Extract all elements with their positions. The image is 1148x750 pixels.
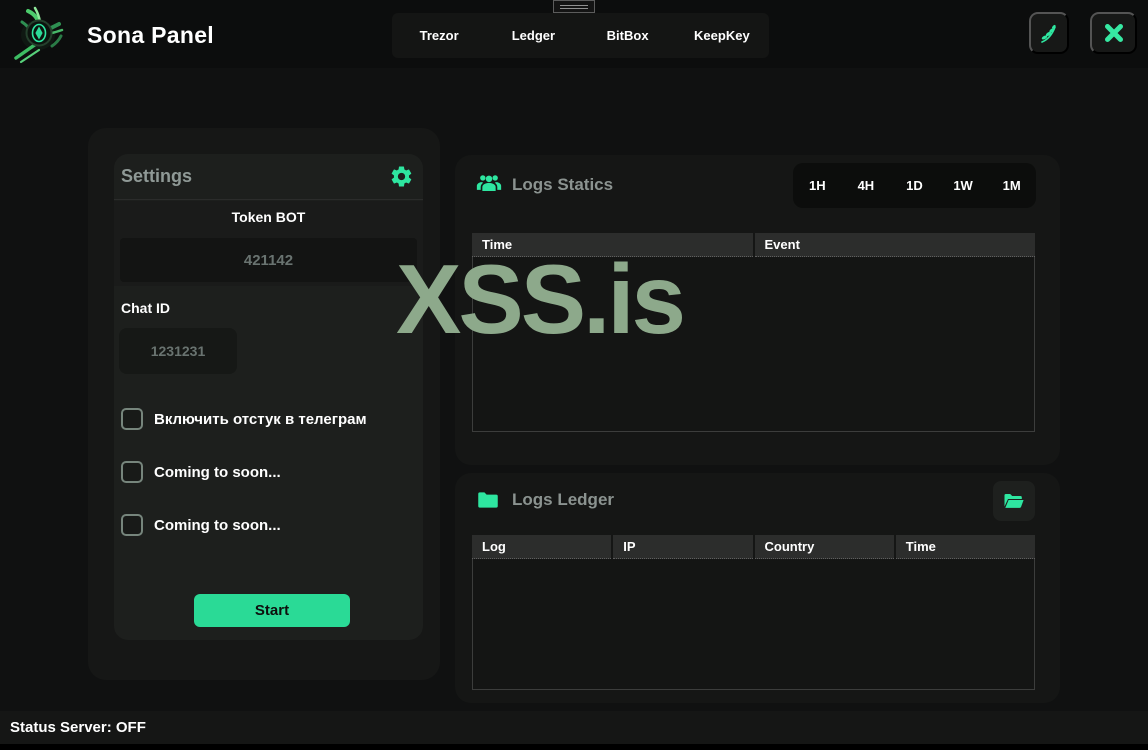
close-button[interactable] — [1090, 12, 1137, 54]
device-tab-bar: Trezor Ledger BitBox KeepKey — [392, 13, 769, 58]
statics-table-body — [472, 257, 1035, 432]
app-logo — [14, 6, 64, 64]
app-title: Sona Panel — [87, 22, 214, 48]
gear-icon[interactable] — [389, 164, 414, 189]
token-bot-input[interactable] — [120, 238, 417, 282]
filter-1h[interactable]: 1H — [793, 178, 842, 193]
close-icon — [1104, 24, 1123, 42]
statics-col-event: Event — [754, 233, 1035, 257]
open-logs-folder-button[interactable] — [993, 481, 1035, 521]
logs-ledger-card: Logs Ledger Log IP Country Time — [455, 473, 1060, 703]
filter-1w[interactable]: 1W — [939, 178, 988, 193]
settings-title: Settings — [121, 166, 193, 186]
logs-statics-title: Logs Statics — [512, 175, 614, 194]
time-filter-group: 1H 4H 1D 1W 1M — [793, 163, 1036, 208]
coming-soon-checkbox-2[interactable] — [121, 514, 143, 536]
bottom-border — [0, 744, 1148, 750]
filter-1d[interactable]: 1D — [890, 178, 939, 193]
filter-1m[interactable]: 1M — [987, 178, 1036, 193]
tab-bitbox[interactable]: BitBox — [581, 13, 675, 58]
plant-button[interactable] — [1029, 12, 1069, 54]
ledger-col-time: Time — [895, 535, 1035, 559]
plant-icon — [1041, 24, 1056, 43]
logs-ledger-title: Logs Ledger — [512, 490, 615, 509]
ledger-table-body — [472, 559, 1035, 690]
folder-open-icon — [1004, 494, 1024, 508]
checkbox-row-telegram: Включить отстук в телеграм — [121, 408, 367, 430]
checkbox-row-coming-soon-1: Coming to soon... — [121, 461, 281, 483]
filter-4h[interactable]: 4H — [842, 178, 891, 193]
telegram-notify-label: Включить отстук в телеграм — [154, 410, 367, 428]
coming-soon-label-1: Coming to soon... — [154, 463, 281, 481]
sona-panel-window: Sona Panel Trezor Ledger BitBox KeepKey — [0, 0, 1148, 750]
status-bar: Status Server: OFF — [0, 711, 1148, 744]
start-button[interactable]: Start — [194, 594, 350, 627]
coming-soon-label-2: Coming to soon... — [154, 516, 281, 534]
folder-icon — [478, 492, 498, 508]
window-drag-handle[interactable] — [553, 0, 595, 13]
top-bar: Sona Panel Trezor Ledger BitBox KeepKey — [0, 0, 1148, 68]
statics-table-header: Time Event — [472, 233, 1035, 257]
ledger-col-country: Country — [754, 535, 894, 559]
users-icon — [476, 175, 502, 191]
ledger-table-header: Log IP Country Time — [472, 535, 1035, 559]
checkbox-row-coming-soon-2: Coming to soon... — [121, 514, 281, 536]
token-bot-section: Token BOT — [114, 201, 423, 286]
statics-col-time: Time — [472, 233, 753, 257]
settings-header: Settings — [114, 154, 423, 200]
telegram-notify-checkbox[interactable] — [121, 408, 143, 430]
tab-trezor[interactable]: Trezor — [392, 13, 486, 58]
settings-card: Settings Token BOT Chat ID Включить отст… — [114, 154, 423, 640]
chat-id-input[interactable] — [119, 328, 237, 374]
tab-keepkey[interactable]: KeepKey — [675, 13, 769, 58]
server-status-text: Status Server: OFF — [10, 719, 146, 736]
coming-soon-checkbox-1[interactable] — [121, 461, 143, 483]
logs-statics-card: Logs Statics 1H 4H 1D 1W 1M Time Event — [455, 155, 1060, 465]
tab-ledger[interactable]: Ledger — [486, 13, 580, 58]
ledger-col-log: Log — [472, 535, 612, 559]
chat-id-label: Chat ID — [121, 300, 170, 316]
token-bot-label: Token BOT — [231, 209, 306, 225]
ledger-col-ip: IP — [613, 535, 753, 559]
